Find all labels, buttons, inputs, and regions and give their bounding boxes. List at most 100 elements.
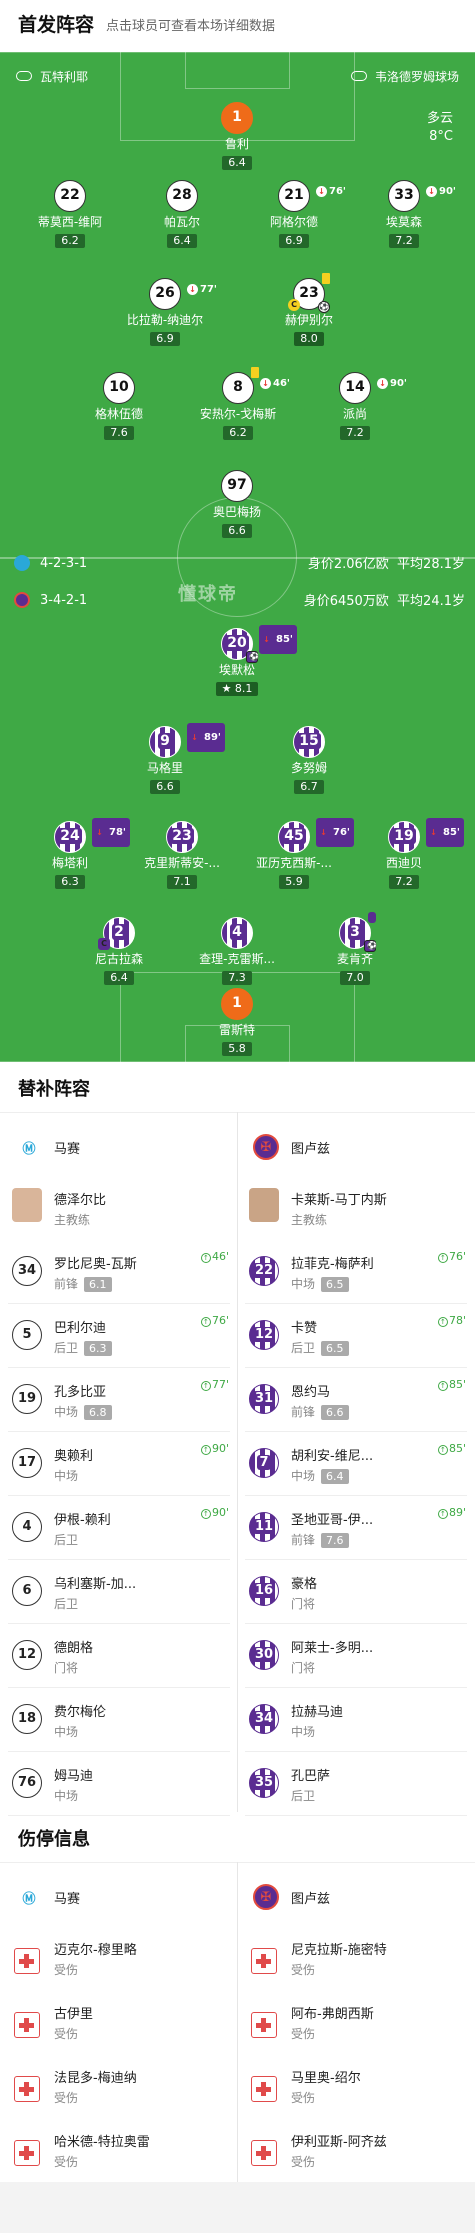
sub-off-icon: ↓ [94, 827, 105, 838]
sub-player-row[interactable]: 34 罗比尼奥-瓦斯 前锋 6.1 ↑ 46' [0, 1240, 237, 1304]
sub-player-row[interactable]: 22 拉菲克-梅萨利 中场 6.5 ↑ 76' [237, 1240, 474, 1304]
stadium-name: 韦洛德罗姆球场 [374, 69, 459, 84]
away-player-gk[interactable]: 1 雷斯特 5.8 [182, 988, 292, 1056]
injury-row[interactable]: 马里奥-绍尔 受伤 [237, 2054, 474, 2118]
away-player[interactable]: 23 克里斯蒂安-... 7.1 [127, 821, 237, 889]
player-number: 97 [221, 470, 253, 502]
injury-row[interactable]: 法昆多-梅迪纳 受伤 [0, 2054, 237, 2118]
player-rating: 7.6 [104, 426, 134, 440]
home-player[interactable]: 10 格林伍德 7.6 [64, 372, 174, 440]
sub-player-row[interactable]: 34 拉赫马迪 中场 [237, 1688, 474, 1752]
injury-status: 受伤 [54, 2091, 79, 2105]
player-rating: 6.6 [222, 524, 252, 538]
sub-on-icon: ↑ [200, 1509, 211, 1519]
injury-row[interactable]: 古伊里 受伤 [0, 1990, 237, 2054]
player-number: 21 ↓ 76' [278, 180, 346, 212]
lineup-header: 首发阵容 点击球员可查看本场详细数据 [0, 0, 475, 50]
home-player[interactable]: 8 ↓ 46' 安热尔-戈梅斯 6.2 [183, 367, 293, 440]
sub-on-time: ↑ 46' [200, 1250, 229, 1263]
home-player-gk[interactable]: 1 鲁利 6.4 [182, 102, 292, 170]
player-number: 28 [166, 180, 198, 212]
medical-cross-icon [251, 2140, 277, 2166]
away-age-text: 平均24.1岁 [397, 594, 465, 609]
player-rating: 5.8 [222, 1042, 252, 1056]
injury-row[interactable]: 迈克尔-穆里略 受伤 [0, 1926, 237, 1990]
player-name: 罗比尼奥-瓦斯 [54, 1257, 137, 1272]
player-rating: 6.3 [84, 1341, 112, 1356]
sub-player-row[interactable]: 76 姆马迪 中场 [0, 1752, 237, 1816]
home-player[interactable]: 33 ↓ 90' 埃莫森 7.2 [349, 180, 459, 248]
captain-icon: C [288, 299, 300, 311]
player-number: 12 [249, 1320, 279, 1350]
player-number: 8 ↓ 46' [222, 367, 290, 404]
sub-off-icon: ↓ [377, 378, 388, 389]
sub-off-icon: ↓ [318, 827, 329, 838]
player-position: 中场 [291, 1725, 316, 1739]
home-player[interactable]: 97 奥巴梅扬 6.6 [182, 470, 292, 538]
sub-player-row[interactable]: 17 奥赖利 中场 ↑ 90' [0, 1432, 237, 1496]
away-player[interactable]: 2C 尼古拉森 6.4 [64, 917, 174, 985]
home-player[interactable]: 21 ↓ 76' 阿格尔德 6.9 [239, 180, 349, 248]
home-player[interactable]: 14 ↓ 90' 派尚 7.2 [300, 372, 410, 440]
away-player[interactable]: 3 ⚽ 麦肯齐 7.0 [300, 912, 410, 985]
player-name: 伊根-赖利 [54, 1513, 111, 1528]
goal-ball-icon: ⚽ [364, 940, 377, 952]
sub-on-time: ↑ 85' [437, 1442, 466, 1455]
sub-off-event: ↓ 76' [316, 177, 346, 206]
injury-status: 受伤 [291, 2027, 316, 2041]
sub-on-icon: ↑ [200, 1381, 211, 1391]
injury-row[interactable]: 阿布-弗朗西斯 受伤 [237, 1990, 474, 2054]
player-rating: 6.4 [167, 234, 197, 248]
player-rating: ★ 8.1 [215, 682, 259, 696]
sub-player-row[interactable]: 19 孔多比亚 中场 6.8 ↑ 77' [0, 1368, 237, 1432]
sub-player-row[interactable]: 6 乌利塞斯-加... 后卫 [0, 1560, 237, 1624]
sub-on-icon: ↑ [200, 1253, 211, 1263]
away-player[interactable]: 15 多努姆 6.7 [254, 726, 364, 794]
sub-player-row[interactable]: 31 恩约马 前锋 6.6 ↑ 85' [237, 1368, 474, 1432]
away-coach[interactable]: 卡莱斯-马丁内斯 主教练 [237, 1176, 474, 1240]
home-player[interactable]: 26 ↓ 77' 比拉勒-纳迪尔 6.9 [110, 278, 220, 346]
player-name: 多努姆 [290, 761, 327, 775]
injury-row[interactable]: 伊利亚斯-阿齐兹 受伤 [237, 2118, 474, 2182]
player-number: 3 ⚽ [339, 912, 377, 952]
sub-off-event: ↓ 90' [426, 177, 456, 206]
sub-player-row[interactable]: 11 圣地亚哥-伊... 前锋 7.6 ↑ 89' [237, 1496, 474, 1560]
away-player[interactable]: 24 ↓ 78' 梅塔利 6.3 [15, 818, 130, 889]
player-name: 古伊里 [54, 2007, 94, 2022]
player-rating: 7.2 [389, 875, 419, 889]
player-name: 德朗格 [54, 1641, 94, 1656]
sub-player-row[interactable]: 4 伊根-赖利 后卫 ↑ 90' [0, 1496, 237, 1560]
sub-player-row[interactable]: 7 胡利安-维尼... 中场 6.4 ↑ 85' [237, 1432, 474, 1496]
sub-player-row[interactable]: 12 卡赞 后卫 6.5 ↑ 78' [237, 1304, 474, 1368]
injury-row[interactable]: 尼克拉斯-施密特 受伤 [237, 1926, 474, 1990]
home-player[interactable]: 23 C ⚽ 赫伊别尔 8.0 [254, 273, 364, 346]
sub-player-row[interactable]: 5 巴利尔迪 后卫 6.3 ↑ 76' [0, 1304, 237, 1368]
home-player[interactable]: 22 蒂莫西-维阿 6.2 [15, 180, 125, 248]
away-player[interactable]: 9 ↓ 89' 马格里 6.6 [110, 723, 225, 794]
player-name: 赫伊别尔 [284, 313, 333, 327]
away-player[interactable]: 4 查理-克雷斯... 7.3 [182, 917, 292, 985]
injury-row[interactable]: 哈米德-特拉奥雷 受伤 [0, 2118, 237, 2182]
sub-player-row[interactable]: 12 德朗格 门将 [0, 1624, 237, 1688]
stadium-info: 韦洛德罗姆球场 [350, 66, 459, 86]
player-position: 后卫 [291, 1789, 316, 1803]
player-name: 派尚 [342, 407, 367, 421]
away-player[interactable]: 19 ↓ 85' 西迪贝 7.2 [349, 818, 464, 889]
marseille-logo-icon: Ⓜ [22, 1891, 36, 1907]
sub-player-row[interactable]: 35 孔巴萨 后卫 [237, 1752, 474, 1816]
player-rating: 6.2 [55, 234, 85, 248]
sub-player-row[interactable]: 18 费尔梅伦 中场 [0, 1688, 237, 1752]
home-player[interactable]: 28 帕瓦尔 6.4 [127, 180, 237, 248]
weather-condition: 多云 [426, 111, 453, 126]
sub-player-row[interactable]: 16 豪格 门将 [237, 1560, 474, 1624]
away-player[interactable]: 20 ↓ 85' ⚽ 埃默松 ★ 8.1 [182, 625, 297, 696]
player-name: 安热尔-戈梅斯 [199, 407, 277, 421]
sub-on-icon: ↑ [200, 1445, 211, 1455]
player-position: 中场 [54, 1469, 79, 1483]
sub-off-icon: ↓ [428, 827, 439, 838]
home-coach[interactable]: 德泽尔比 主教练 [0, 1176, 237, 1240]
home-team-value: 身价2.06亿欧 平均28.1岁 [308, 553, 465, 572]
away-player[interactable]: 45 ↓ 76' 亚历克西斯-... 5.9 [239, 818, 354, 889]
player-name: 拉菲克-梅萨利 [291, 1257, 374, 1272]
sub-player-row[interactable]: 30 阿莱士-多明... 门将 [237, 1624, 474, 1688]
